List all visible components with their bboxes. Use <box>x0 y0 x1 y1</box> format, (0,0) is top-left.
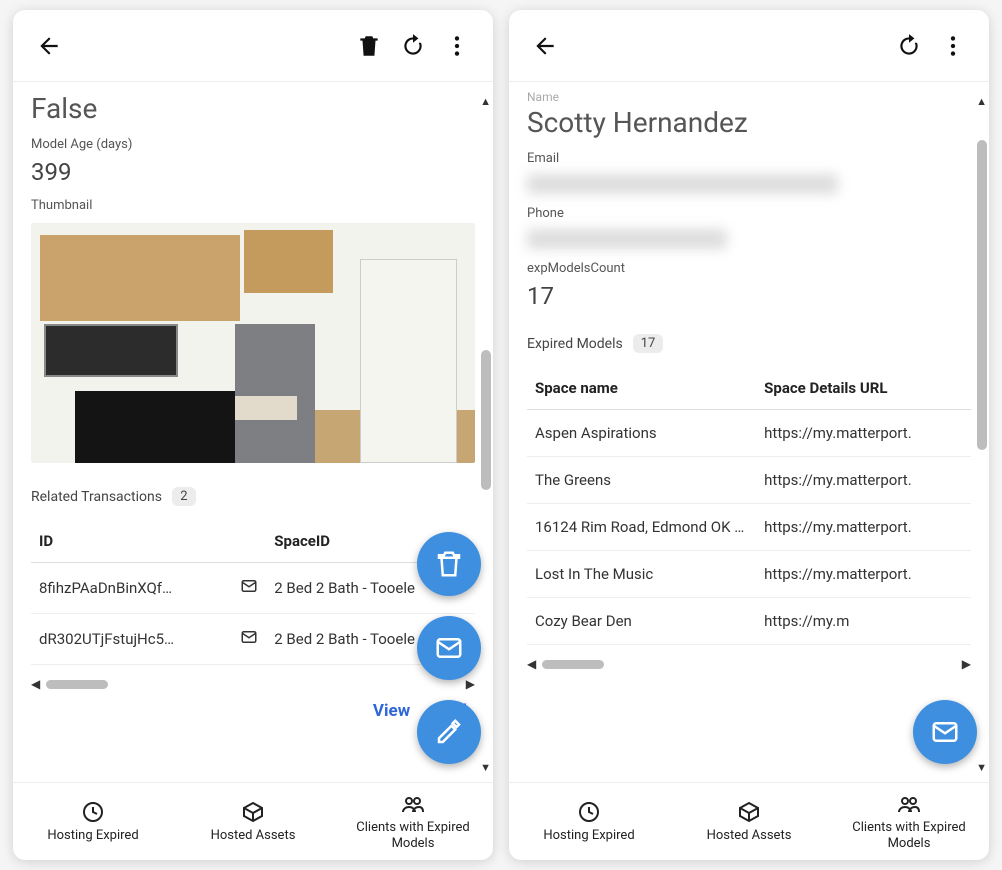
horizontal-scrollbar[interactable]: ◀ ▶ <box>527 655 971 673</box>
cell-id: dR302UTjFstujHc5… <box>31 614 232 665</box>
trash-icon[interactable] <box>347 24 391 68</box>
scroll-left-icon[interactable]: ◀ <box>527 657 536 671</box>
topbar <box>13 10 493 82</box>
horizontal-scrollbar[interactable]: ◀ ▶ <box>31 675 475 693</box>
nav-hosted-assets[interactable]: Hosted Assets <box>669 783 829 860</box>
clock-icon <box>577 800 601 824</box>
exp-models-count-value: 17 <box>527 282 971 310</box>
fab-mail[interactable] <box>913 700 977 764</box>
false-value: False <box>31 92 475 125</box>
expired-models-label: Expired Models <box>527 336 623 352</box>
col-space-url: Space Details URL <box>756 367 971 410</box>
client-detail-screen: Name Scotty Hernandez Email Phone expMod… <box>509 10 989 860</box>
expired-models-count: 17 <box>633 334 664 353</box>
table-row[interactable]: The Greenshttps://my.matterport. <box>527 457 971 504</box>
expired-models-table: Space name Space Details URL Aspen Aspir… <box>527 367 971 645</box>
scroll-up-icon[interactable]: ▲ <box>976 95 987 108</box>
bottom-nav: Hosting Expired Hosted Assets Clients wi… <box>13 782 493 860</box>
col-space-name: Space name <box>527 367 756 410</box>
name-label: Name <box>527 90 971 104</box>
related-transactions-header: Related Transactions 2 <box>31 487 475 506</box>
model-age-value: 399 <box>31 158 475 186</box>
table-row[interactable]: 8fihzPAaDnBinXQf… 2 Bed 2 Bath - Tooele <box>31 563 475 614</box>
table-row[interactable]: Cozy Bear Denhttps://my.m <box>527 598 971 645</box>
exp-models-count-label: expModelsCount <box>527 261 971 276</box>
thumbnail-image <box>31 223 475 463</box>
scroll-up-icon[interactable]: ▲ <box>480 95 491 108</box>
nav-hosting-expired[interactable]: Hosting Expired <box>509 783 669 860</box>
cell-id: 8fihzPAaDnBinXQf… <box>31 563 232 614</box>
email-value-redacted <box>527 174 838 194</box>
topbar <box>509 10 989 82</box>
phone-label: Phone <box>527 206 971 221</box>
related-transactions-count: 2 <box>172 487 196 506</box>
model-detail-screen: False Model Age (days) 399 Thumbnail Rel… <box>13 10 493 860</box>
related-transactions-label: Related Transactions <box>31 489 162 505</box>
users-icon <box>897 792 921 816</box>
more-icon[interactable] <box>435 24 479 68</box>
table-row[interactable]: Lost In The Musichttps://my.matterport. <box>527 551 971 598</box>
back-icon[interactable] <box>27 24 71 68</box>
nav-hosted-assets[interactable]: Hosted Assets <box>173 783 333 860</box>
fab-mail[interactable] <box>417 616 481 680</box>
scroll-right-icon[interactable]: ▶ <box>962 657 971 671</box>
content-scroll[interactable]: Name Scotty Hernandez Email Phone expMod… <box>509 82 989 782</box>
email-label: Email <box>527 151 971 166</box>
table-action-links: View Add <box>31 693 475 723</box>
expired-models-header: Expired Models 17 <box>527 334 971 353</box>
vertical-scrollbar[interactable] <box>481 350 491 490</box>
box-icon <box>737 800 761 824</box>
refresh-icon[interactable] <box>887 24 931 68</box>
fab-stack <box>913 700 977 764</box>
model-age-label: Model Age (days) <box>31 137 475 152</box>
thumbnail-label: Thumbnail <box>31 198 475 213</box>
mail-icon[interactable] <box>232 563 266 614</box>
scroll-down-icon[interactable]: ▼ <box>976 761 987 774</box>
refresh-icon[interactable] <box>391 24 435 68</box>
users-icon <box>401 792 425 816</box>
col-id: ID <box>31 520 232 563</box>
fab-delete[interactable] <box>417 532 481 596</box>
nav-hosting-expired[interactable]: Hosting Expired <box>13 783 173 860</box>
fab-edit[interactable] <box>417 700 481 764</box>
nav-clients-expired[interactable]: Clients with Expired Models <box>829 783 989 860</box>
fab-stack <box>417 532 481 764</box>
scroll-left-icon[interactable]: ◀ <box>31 677 40 691</box>
mail-icon[interactable] <box>232 614 266 665</box>
clock-icon <box>81 800 105 824</box>
name-value: Scotty Hernandez <box>527 106 971 139</box>
table-row[interactable]: dR302UTjFstujHc5… 2 Bed 2 Bath - Tooele <box>31 614 475 665</box>
more-icon[interactable] <box>931 24 975 68</box>
bottom-nav: Hosting Expired Hosted Assets Clients wi… <box>509 782 989 860</box>
scroll-down-icon[interactable]: ▼ <box>480 761 491 774</box>
view-link[interactable]: View <box>373 701 410 721</box>
vertical-scrollbar[interactable] <box>977 140 987 450</box>
back-icon[interactable] <box>523 24 567 68</box>
related-transactions-table: ID SpaceID 8fihzPAaDnBinXQf… 2 Bed 2 Bat… <box>31 520 475 665</box>
phone-value-redacted <box>527 229 727 249</box>
nav-clients-expired[interactable]: Clients with Expired Models <box>333 783 493 860</box>
table-row[interactable]: 16124 Rim Road, Edmond OK 7…https://my.m… <box>527 504 971 551</box>
table-row[interactable]: Aspen Aspirationshttps://my.matterport. <box>527 410 971 457</box>
box-icon <box>241 800 265 824</box>
